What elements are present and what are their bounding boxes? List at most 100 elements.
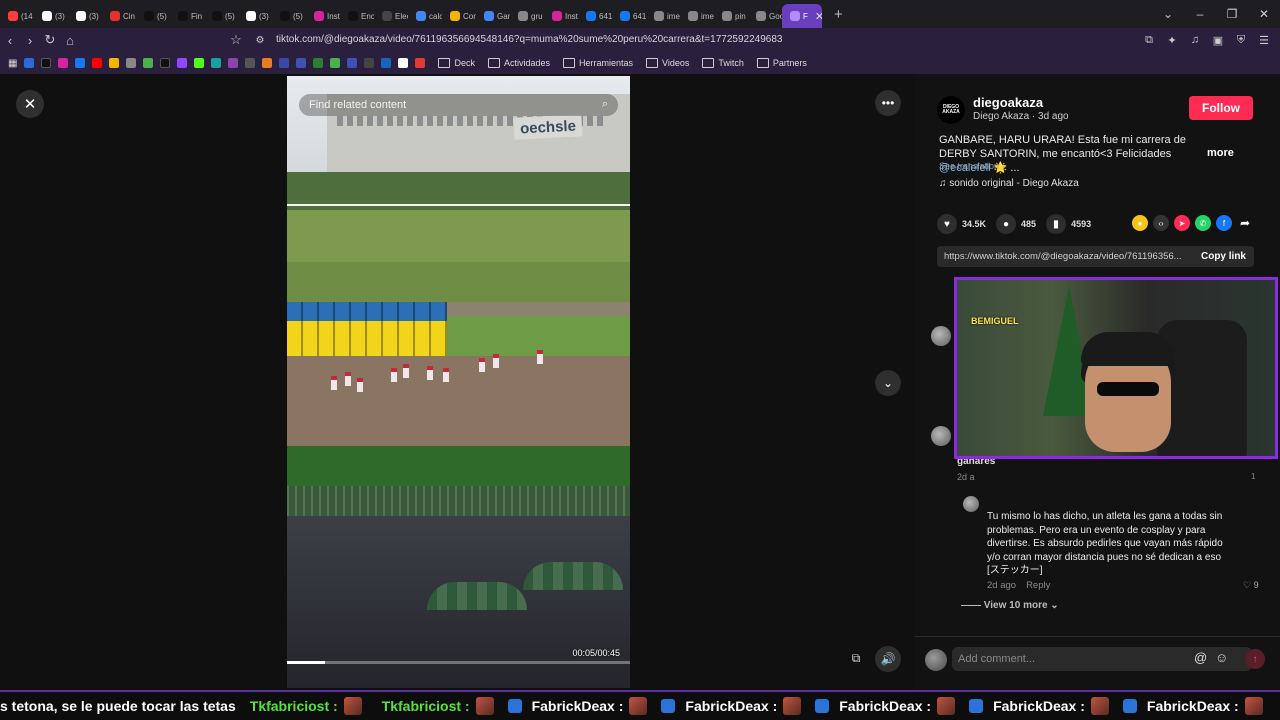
view-more-replies[interactable]: —— View 10 more ⌄ — [961, 600, 1059, 611]
bookmark-twitch-icon[interactable] — [177, 58, 188, 68]
browser-tab[interactable]: (3) — [238, 4, 272, 28]
site-info-icon[interactable]: ⚙ — [250, 35, 270, 46]
bookmark-icon-18[interactable] — [313, 58, 324, 68]
picture-in-picture-button[interactable]: ⧉ — [846, 648, 866, 668]
tab-search-icon[interactable]: ⌄ — [1152, 0, 1184, 28]
close-window-icon[interactable]: ✕ — [1248, 0, 1280, 28]
reply-like-button[interactable]: ♡ 9 — [1243, 580, 1259, 591]
bookmark-icon-14[interactable] — [245, 58, 256, 68]
related-search-pill[interactable]: Find related content ⌕ — [299, 94, 618, 116]
home-icon[interactable]: ⌂ — [60, 33, 80, 48]
share-facebook-icon[interactable]: f — [1216, 215, 1232, 231]
browser-tab[interactable]: Goo — [748, 4, 782, 28]
bookmark-icon-20[interactable] — [347, 58, 358, 68]
share-embed-icon[interactable]: ‹› — [1153, 215, 1169, 231]
search-icon[interactable]: ⌕ — [602, 98, 608, 111]
close-viewer-button[interactable]: ✕ — [16, 90, 44, 118]
extensions-icon[interactable]: ✦ — [1164, 32, 1180, 48]
browser-tab[interactable]: Gan — [476, 4, 510, 28]
save-button[interactable]: ▮ 4593 — [1046, 214, 1091, 234]
browser-tab[interactable]: 641 — [612, 4, 646, 28]
see-translation-link[interactable]: See translation — [939, 161, 999, 171]
browser-tab[interactable]: Con — [442, 4, 476, 28]
bookmark-folder-twitch[interactable]: Twitch — [702, 58, 744, 68]
share-coin-icon[interactable]: ● — [1132, 215, 1148, 231]
share-whatsapp-icon[interactable]: ✆ — [1195, 215, 1211, 231]
bookmark-folder-partners[interactable]: Partners — [757, 58, 807, 68]
sound-link[interactable]: ♫ sonido original - Diego Akaza — [939, 178, 1079, 189]
bookmark-icon-23[interactable] — [398, 58, 409, 68]
browser-tab[interactable]: Elec — [374, 4, 408, 28]
browser-tab[interactable]: Enc — [340, 4, 374, 28]
browser-tab[interactable]: gru — [510, 4, 544, 28]
bookmark-icon-22[interactable] — [381, 58, 392, 68]
bookmark-icon-8[interactable] — [143, 58, 154, 68]
commenter-avatar[interactable] — [931, 326, 951, 346]
browser-tab[interactable]: (5) — [272, 4, 306, 28]
shield-icon[interactable]: ⛨ — [1233, 32, 1249, 48]
reply-button[interactable]: Reply — [1026, 580, 1050, 591]
browser-tab[interactable]: Cin — [102, 4, 136, 28]
wallet-icon[interactable]: ▣ — [1210, 32, 1226, 48]
bookmark-kick-icon[interactable] — [194, 58, 205, 68]
browser-tab[interactable]: (5) — [204, 4, 238, 28]
video-player[interactable]: oechsle Find related content ⌕ 00:05/00:… — [287, 76, 630, 688]
like-button[interactable]: ♥ 34.5K — [937, 214, 986, 234]
volume-button[interactable]: 🔊 — [875, 646, 901, 672]
browser-tab[interactable]: (14 — [0, 4, 34, 28]
translate-icon[interactable]: ⧉ — [1141, 32, 1157, 48]
browser-tab[interactable]: Inst — [306, 4, 340, 28]
creator-avatar[interactable]: DIEGO AKAZA — [937, 96, 965, 124]
browser-tab[interactable]: (3) — [34, 4, 68, 28]
back-icon[interactable]: ‹ — [0, 33, 20, 48]
bookmark-youtube-icon[interactable] — [92, 58, 103, 68]
bookmark-icon-19[interactable] — [330, 58, 341, 68]
browser-tab-active[interactable]: F ✕ — [782, 4, 822, 28]
caption-more-link[interactable]: more — [1207, 147, 1234, 159]
reload-icon[interactable]: ↻ — [40, 32, 60, 48]
browser-tab[interactable]: (5) — [136, 4, 170, 28]
next-video-button[interactable]: ⌄ — [875, 370, 901, 396]
browser-tab[interactable]: Inst — [544, 4, 578, 28]
bookmark-outlook-icon[interactable] — [24, 58, 35, 68]
bookmark-folder-herramientas[interactable]: Herramientas — [563, 58, 633, 68]
bookmark-folder-videos[interactable]: Videos — [646, 58, 689, 68]
bookmark-icon-6[interactable] — [109, 58, 120, 68]
comment-button[interactable]: ● 485 — [996, 214, 1036, 234]
bookmark-icon-21[interactable] — [364, 58, 375, 68]
more-options-button[interactable]: ••• — [875, 90, 901, 116]
restore-icon[interactable]: ❐ — [1216, 0, 1248, 28]
browser-tab[interactable]: (3) — [68, 4, 102, 28]
bookmark-folder-deck[interactable]: Deck — [438, 58, 475, 68]
bookmark-icon-13[interactable] — [228, 58, 239, 68]
apps-icon[interactable]: ▦ — [8, 58, 17, 69]
video-progress-bar[interactable] — [287, 661, 630, 664]
bookmark-instagram-icon[interactable] — [58, 58, 69, 68]
bookmark-facebook-icon[interactable] — [75, 58, 86, 68]
share-forward-icon[interactable]: ➦ — [1237, 215, 1253, 231]
bookmark-folder-actividades[interactable]: Actividades — [488, 58, 550, 68]
follow-button[interactable]: Follow — [1189, 96, 1253, 120]
browser-tab[interactable]: ime — [680, 4, 714, 28]
bookmark-icon-24[interactable] — [415, 58, 426, 68]
menu-icon[interactable]: ☰ — [1256, 32, 1272, 48]
bookmark-icon-12[interactable] — [211, 58, 222, 68]
new-tab-button[interactable]: + — [834, 6, 843, 23]
url-field[interactable]: tiktok.com/@diegoakaza/video/76119635669… — [276, 34, 782, 45]
browser-tab[interactable]: pin — [714, 4, 748, 28]
forward-icon[interactable]: › — [20, 33, 40, 48]
browser-tab[interactable]: calc — [408, 4, 442, 28]
bookmark-icon[interactable]: ☆ — [226, 32, 246, 48]
reply-avatar[interactable] — [963, 496, 979, 512]
minimize-icon[interactable]: – — [1184, 0, 1216, 28]
bookmark-tiktok-icon[interactable] — [41, 58, 52, 68]
bookmark-icon-15[interactable] — [262, 58, 273, 68]
share-send-icon[interactable]: ➤ — [1174, 215, 1190, 231]
bookmark-icon-7[interactable] — [126, 58, 137, 68]
browser-tab[interactable]: Fin — [170, 4, 204, 28]
commenter-avatar[interactable] — [931, 426, 951, 446]
bookmark-x-icon[interactable] — [160, 58, 171, 68]
browser-tab[interactable]: 641 — [578, 4, 612, 28]
browser-tab[interactable]: ime — [646, 4, 680, 28]
music-icon[interactable]: ♫ — [1187, 32, 1203, 48]
